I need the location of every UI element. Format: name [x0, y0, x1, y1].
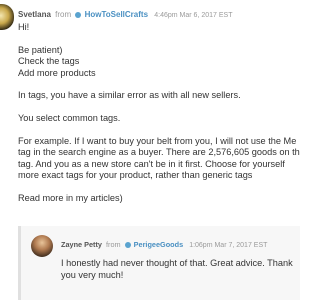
reply-line: I honestly had never thought of that. Gr… [61, 258, 293, 268]
forum-thread: Svetlana from HowToSellCrafts 4:46pm Mar… [0, 0, 300, 300]
post-line: For example. If I want to buy your belt … [18, 136, 297, 147]
shop-icon [124, 242, 131, 248]
post-line: Check the tags [18, 56, 80, 67]
post-line: tag. And you as a new store can't be in … [18, 158, 285, 169]
post-line: tag in the search engine as a buyer. The… [18, 147, 300, 158]
post-line: Hi! [18, 22, 30, 32]
post-timestamp[interactable]: 4:46pm Mar 6, 2017 EST [154, 12, 232, 19]
post-line [18, 102, 300, 113]
post-line: Read more in my articles) [18, 193, 123, 204]
reply-line: you very much! [61, 270, 124, 280]
post-line: Add more products [18, 67, 96, 78]
reply-author[interactable]: Zayne Petty [61, 240, 102, 249]
avatar[interactable] [31, 235, 53, 257]
reply-shop-link[interactable]: PerigeeGoods [134, 240, 183, 249]
reply-header: Zayne Petty from PerigeeGoods 1:06pm Mar… [61, 240, 267, 251]
reply-body: I honestly had never thought of that. Gr… [61, 257, 293, 281]
reply-timestamp[interactable]: 1:06pm Mar 7, 2017 EST [189, 242, 267, 249]
post-line: more exact tags for your product, rather… [18, 170, 253, 181]
post-line [18, 79, 300, 90]
post-body: Hi! Be patient) Check the tags Add more … [18, 22, 300, 205]
post-line: Be patient) [18, 44, 63, 55]
post-line [18, 125, 300, 136]
shop-icon [75, 12, 82, 18]
post-line [18, 182, 300, 193]
avatar[interactable] [0, 4, 14, 30]
from-label: from [106, 240, 121, 249]
post-line: In tags, you have a similar error as wit… [18, 90, 241, 101]
post-line: You select common tags. [18, 113, 121, 124]
post-shop-link[interactable]: HowToSellCrafts [85, 10, 148, 19]
reply-post: Zayne Petty from PerigeeGoods 1:06pm Mar… [18, 226, 300, 300]
post-line [18, 33, 300, 44]
from-label: from [55, 10, 72, 19]
post-header: Svetlana from HowToSellCrafts 4:46pm Mar… [18, 10, 232, 21]
post-author[interactable]: Svetlana [18, 10, 51, 19]
